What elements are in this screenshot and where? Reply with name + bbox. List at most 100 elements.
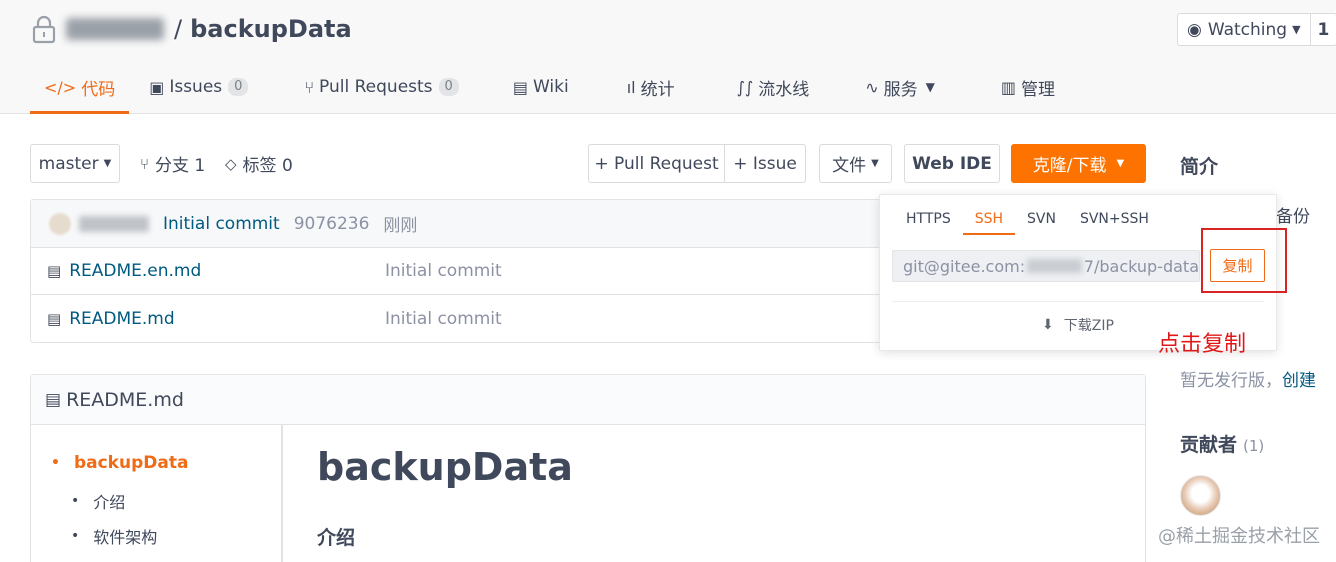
manage-icon: ▥ (1000, 77, 1017, 97)
tab-label: 管理 (1021, 79, 1056, 100)
tab-label: Pull Requests (319, 77, 433, 97)
caret-down-icon: ▼ (1116, 158, 1125, 169)
web-ide-button[interactable]: Web IDE (904, 144, 1000, 183)
commit-time: 刚刚 (383, 216, 418, 236)
file-menu-label: 文件 (832, 156, 867, 176)
tab-ssh[interactable]: SSH (962, 203, 1016, 235)
chevron-down-icon: ▼ (925, 80, 935, 94)
repo-name[interactable]: backupData (190, 15, 352, 43)
tab-label: Wiki (532, 77, 569, 97)
contributors-label: 贡献者 (1180, 434, 1238, 456)
download-zip-label: 下载ZIP (1063, 318, 1114, 334)
bullet-icon: • (71, 493, 80, 509)
tab-issues[interactable]: ▣ Issues 0 (135, 60, 262, 114)
toc-label: 介绍 (93, 493, 126, 512)
bullet-icon: • (71, 528, 80, 544)
wiki-icon: ▤ (512, 77, 528, 97)
tab-https[interactable]: HTTPS (894, 203, 963, 234)
code-icon: </> (44, 77, 77, 97)
clone-download-button[interactable]: 克隆/下载 ▼ (1011, 144, 1146, 183)
tag-icon: ◇ (225, 154, 237, 173)
file-commit-message[interactable]: Initial commit (385, 261, 502, 281)
clone-download-label: 克隆/下载 (1032, 156, 1107, 176)
bar-chart-icon: ıl (626, 77, 636, 97)
tags-count: 标签 0 (242, 156, 293, 176)
branch-select[interactable]: master ▼ (30, 144, 120, 183)
url-redacted (1027, 259, 1082, 273)
commit-author[interactable] (79, 215, 149, 232)
file-commit-message[interactable]: Initial commit (385, 309, 502, 329)
pull-request-icon: ⑂ (304, 77, 315, 97)
tab-label: 统计 (640, 79, 675, 100)
repo-owner[interactable] (66, 18, 164, 40)
tab-pipeline[interactable]: ∫∫ 流水线 (723, 60, 824, 114)
tab-manage[interactable]: ▥ 管理 (987, 60, 1069, 114)
readme-subheading: 介绍 (317, 527, 356, 549)
pulse-icon: ∿ (865, 77, 879, 97)
commit-hash[interactable]: 9076236 (294, 214, 370, 234)
tab-wiki[interactable]: ▤ Wiki (499, 60, 583, 114)
file-icon: ▤ (47, 262, 62, 280)
url-prefix: git@gitee.com: (903, 256, 1026, 276)
tab-code[interactable]: </> 代码 (30, 60, 130, 114)
annotation-label: 点击复制 (1158, 332, 1247, 357)
eye-icon: ◉ (1187, 19, 1202, 40)
tab-services[interactable]: ∿ 服务 ▼ (851, 60, 949, 114)
branches-link[interactable]: ⑂ 分支 1 (140, 144, 205, 183)
contributors-title: 贡献者 (1) (1180, 430, 1264, 457)
commit-message[interactable]: Initial commit (163, 214, 280, 234)
web-ide-label: Web IDE (912, 153, 992, 174)
file-name[interactable]: README.en.md (69, 261, 201, 281)
issues-count-badge: 0 (228, 78, 249, 96)
release-text: 暂无发行版， (1180, 371, 1282, 391)
watch-count[interactable]: 1 (1311, 14, 1336, 45)
repo-header: / backupData ◉ Watching ▼ 1 </> 代码 ▣ Iss… (0, 0, 1336, 114)
new-pull-request-button[interactable]: + Pull Request (588, 144, 725, 183)
tab-label: 流水线 (758, 79, 810, 100)
tab-pull-requests[interactable]: ⑂ Pull Requests 0 (290, 60, 472, 114)
toc-item[interactable]: • 介绍 (71, 489, 125, 513)
bullet-icon: • (51, 455, 60, 471)
repo-toolbar: master ▼ ⑂ 分支 1 ◇ 标签 0 + Pull Request + … (30, 144, 1150, 184)
tab-label: 代码 (81, 79, 116, 100)
annotation-highlight-box (1201, 228, 1287, 293)
new-issue-label: + Issue (733, 153, 797, 174)
pr-count-badge: 0 (438, 78, 459, 96)
readme-header: ▤ README.md (31, 375, 1145, 425)
tab-label: Issues (169, 77, 223, 97)
toc-item[interactable]: • backupData (51, 453, 188, 473)
repo-title: / backupData (32, 12, 352, 46)
tab-svn-ssh[interactable]: SVN+SSH (1068, 203, 1161, 234)
toc-label: backupData (73, 453, 189, 473)
lock-icon (32, 15, 56, 44)
file-menu-button[interactable]: 文件 ▼ (819, 144, 892, 183)
contributor-avatar[interactable] (1180, 475, 1221, 516)
url-suffix: 7/backup-data (1083, 256, 1199, 276)
intro-title: 简介 (1180, 156, 1219, 178)
readme-panel: ▤ README.md • backupData • 介绍 • 软件架构 bac… (30, 374, 1146, 562)
intro-text: 备份 (1276, 207, 1310, 227)
new-pull-request-label: + Pull Request (594, 153, 719, 174)
branch-icon: ⑂ (140, 154, 150, 173)
file-icon: ▤ (47, 309, 62, 328)
branches-count: 分支 1 (155, 156, 206, 176)
readme-heading: backupData (317, 445, 573, 489)
watch-button[interactable]: ◉ Watching ▼ (1178, 14, 1311, 45)
watch-control: ◉ Watching ▼ 1 (1177, 13, 1336, 46)
download-icon: ⬇ (1042, 317, 1054, 333)
clone-url-field[interactable]: git@gitee.com: 7/backup-data (892, 250, 1200, 282)
file-name[interactable]: README.md (69, 309, 174, 329)
create-release-link[interactable]: 创建 (1282, 371, 1316, 391)
watch-label: Watching (1207, 19, 1288, 40)
tab-stats[interactable]: ıl 统计 (613, 60, 689, 114)
new-issue-button[interactable]: + Issue (724, 144, 806, 183)
tab-svn[interactable]: SVN (1015, 203, 1068, 234)
repo-nav: </> 代码 ▣ Issues 0 ⑂ Pull Requests 0 ▤ Wi… (30, 60, 1069, 114)
tags-link[interactable]: ◇ 标签 0 (225, 144, 293, 183)
pipeline-icon: ∫∫ (736, 77, 754, 97)
avatar[interactable] (49, 212, 71, 235)
protocol-tabs: HTTPS SSH SVN SVN+SSH (894, 203, 1161, 235)
toc-item[interactable]: • 软件架构 (71, 524, 157, 548)
caret-down-icon: ▼ (871, 158, 879, 169)
watermark: @稀土掘金技术社区 (1158, 526, 1320, 547)
